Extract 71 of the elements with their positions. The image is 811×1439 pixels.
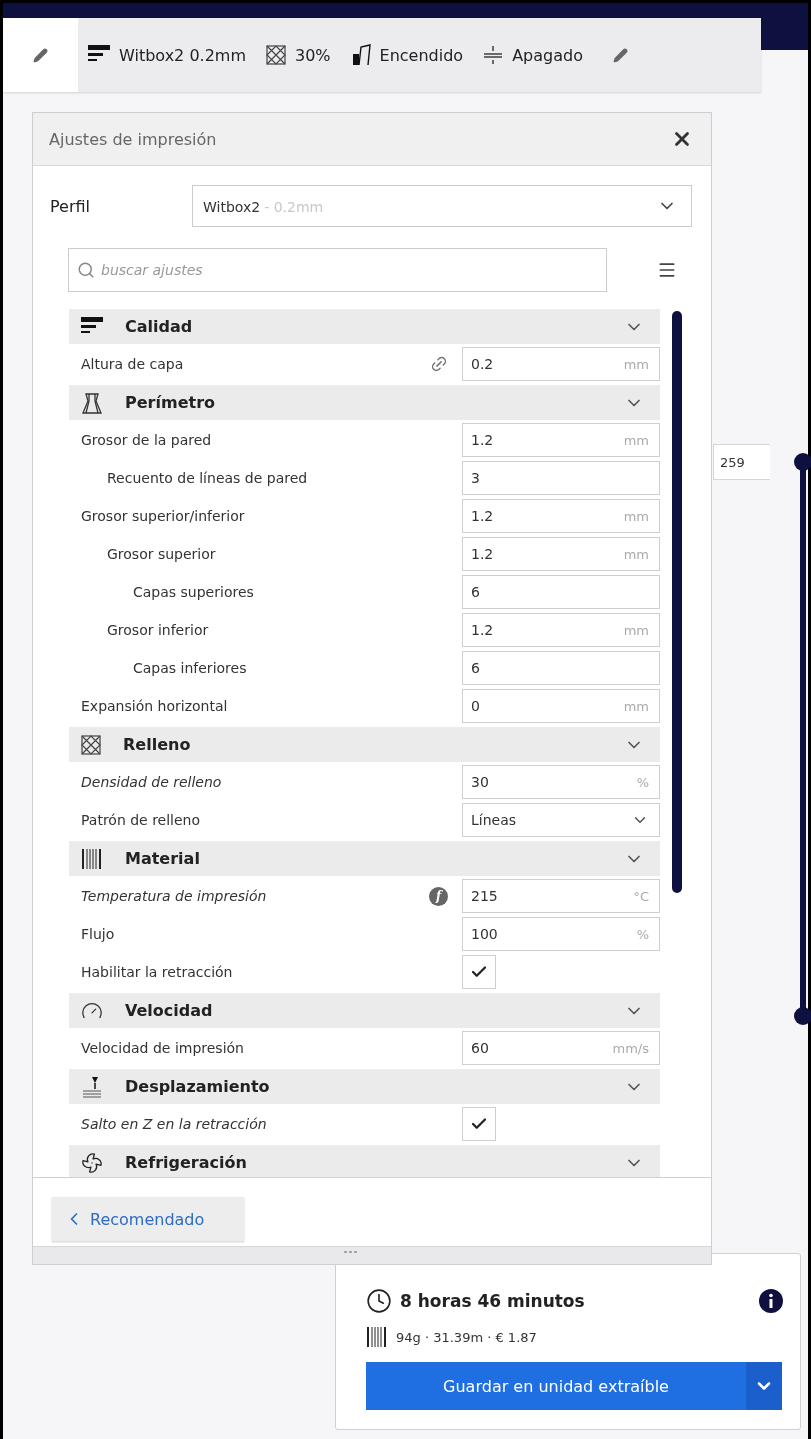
section-header[interactable]: Refrigeración xyxy=(69,1145,660,1177)
function-badge: f xyxy=(429,886,448,906)
number-field[interactable]: 100 % xyxy=(462,917,660,951)
toolbar-item[interactable]: Encendido xyxy=(340,35,474,75)
number-field[interactable]: 3 xyxy=(462,461,660,495)
search-field[interactable]: buscar ajustes xyxy=(68,248,607,292)
section-header[interactable]: Velocidad xyxy=(69,993,660,1028)
section-header[interactable]: Calidad xyxy=(69,309,660,344)
section-header[interactable]: Desplazamiento xyxy=(69,1069,660,1104)
number-field[interactable]: 6 xyxy=(462,575,660,609)
infill-icon xyxy=(81,734,101,755)
toolbar-item[interactable]: Apagado xyxy=(473,35,593,75)
section-header[interactable]: Relleno xyxy=(69,727,660,762)
number-field[interactable]: 30 % xyxy=(462,765,660,799)
setting-label: Grosor inferior xyxy=(107,622,209,638)
perimeter-icon xyxy=(81,391,103,414)
setting-label: Densidad de relleno xyxy=(81,774,222,790)
setting-label: Temperatura de impresión xyxy=(81,888,267,904)
layer-slider-drawing[interactable] xyxy=(794,453,811,1025)
setting-label: Flujo xyxy=(81,926,115,942)
checkbox[interactable] xyxy=(462,1107,496,1141)
search-icon xyxy=(77,261,95,279)
number-field[interactable]: 1.2 mm xyxy=(462,537,660,571)
number-field[interactable]: 1.2 mm xyxy=(462,499,660,533)
setting-label: Grosor superior xyxy=(107,546,216,562)
number-field[interactable]: 60 mm/s xyxy=(462,1031,660,1065)
info-icon xyxy=(759,1289,783,1313)
spool-icon xyxy=(366,1326,388,1348)
number-field[interactable]: 6 xyxy=(462,651,660,685)
dropdown-field[interactable]: Líneas xyxy=(462,803,660,837)
setting-label: Recuento de líneas de pared xyxy=(107,470,308,486)
spool-icon xyxy=(81,847,103,870)
menu-button[interactable] xyxy=(657,260,677,280)
checkbox[interactable] xyxy=(462,955,496,989)
setting-label: Grosor de la pared xyxy=(81,432,212,448)
section-header[interactable]: Material xyxy=(69,841,660,876)
pencil-icon xyxy=(613,47,629,63)
setting-label: Expansión horizontal xyxy=(81,698,228,714)
material-usage: 94g · 31.39m · € 1.87 xyxy=(396,1329,537,1345)
setting-label: Velocidad de impresión xyxy=(81,1040,244,1056)
setting-label: Grosor superior/inferior xyxy=(81,508,245,524)
setting-label: Salto en Z en la retracción xyxy=(81,1116,267,1132)
setting-label: Patrón de relleno xyxy=(81,812,201,828)
layer-number: 259 xyxy=(713,444,770,480)
fan-icon xyxy=(81,1151,103,1174)
setting-label: Habilitar la retracción xyxy=(81,964,233,980)
number-field[interactable]: 1.2 mm xyxy=(462,423,660,457)
nozzle-icon xyxy=(81,1075,103,1098)
print-time: 8 horas 46 minutos xyxy=(400,1291,586,1311)
toolbar-item[interactable]: Witbox2 0.2mm xyxy=(78,35,256,75)
number-field[interactable]: 0.2 mm xyxy=(462,347,660,381)
save-button[interactable]: Guardar en unidad extraíble xyxy=(366,1362,746,1410)
setting-label: Capas superiores xyxy=(133,584,254,600)
toolbar-item[interactable]: 30% xyxy=(256,35,341,75)
setting-label: Capas inferiores xyxy=(133,660,247,676)
setting-label: Altura de capa xyxy=(81,356,184,372)
profile-label: Perfil xyxy=(50,196,92,216)
number-field[interactable]: 1.2 mm xyxy=(462,613,660,647)
number-field[interactable]: 0 mm xyxy=(462,689,660,723)
section-header[interactable]: Perímetro xyxy=(69,385,660,420)
infill-icon xyxy=(266,45,286,65)
adhesion-icon xyxy=(483,45,504,65)
clock-icon xyxy=(366,1288,392,1314)
pencil-icon xyxy=(33,47,48,63)
drag-handle[interactable] xyxy=(343,1250,359,1254)
save-options-button[interactable] xyxy=(746,1362,782,1410)
panel-title: Ajustes de impresión xyxy=(49,129,217,149)
number-field[interactable]: 215 °C xyxy=(462,879,660,913)
support-icon xyxy=(350,44,371,66)
scrollbar-thumb[interactable] xyxy=(672,311,682,893)
recommended-button[interactable]: Recomendado xyxy=(52,1197,244,1241)
